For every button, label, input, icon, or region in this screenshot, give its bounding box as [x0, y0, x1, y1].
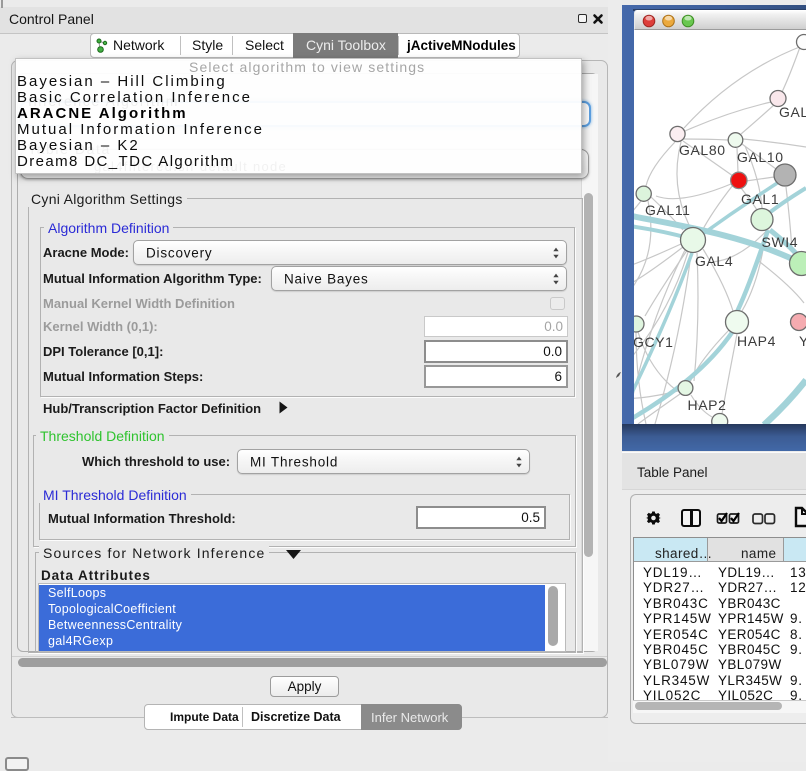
svg-text:GAL1: GAL1 [741, 191, 779, 207]
svg-text:YM: YM [799, 333, 806, 349]
svg-text:GCY1: GCY1 [634, 334, 674, 350]
svg-text:SWI4: SWI4 [762, 234, 799, 250]
svg-text:GAL11: GAL11 [645, 202, 691, 218]
svg-text:GAL10: GAL10 [737, 149, 784, 165]
svg-text:HAP2: HAP2 [688, 397, 727, 413]
svg-text:GAL7: GAL7 [779, 104, 806, 120]
svg-text:GAL4: GAL4 [695, 253, 733, 269]
svg-text:HAP4: HAP4 [737, 333, 776, 349]
svg-text:GAL80: GAL80 [679, 142, 726, 158]
